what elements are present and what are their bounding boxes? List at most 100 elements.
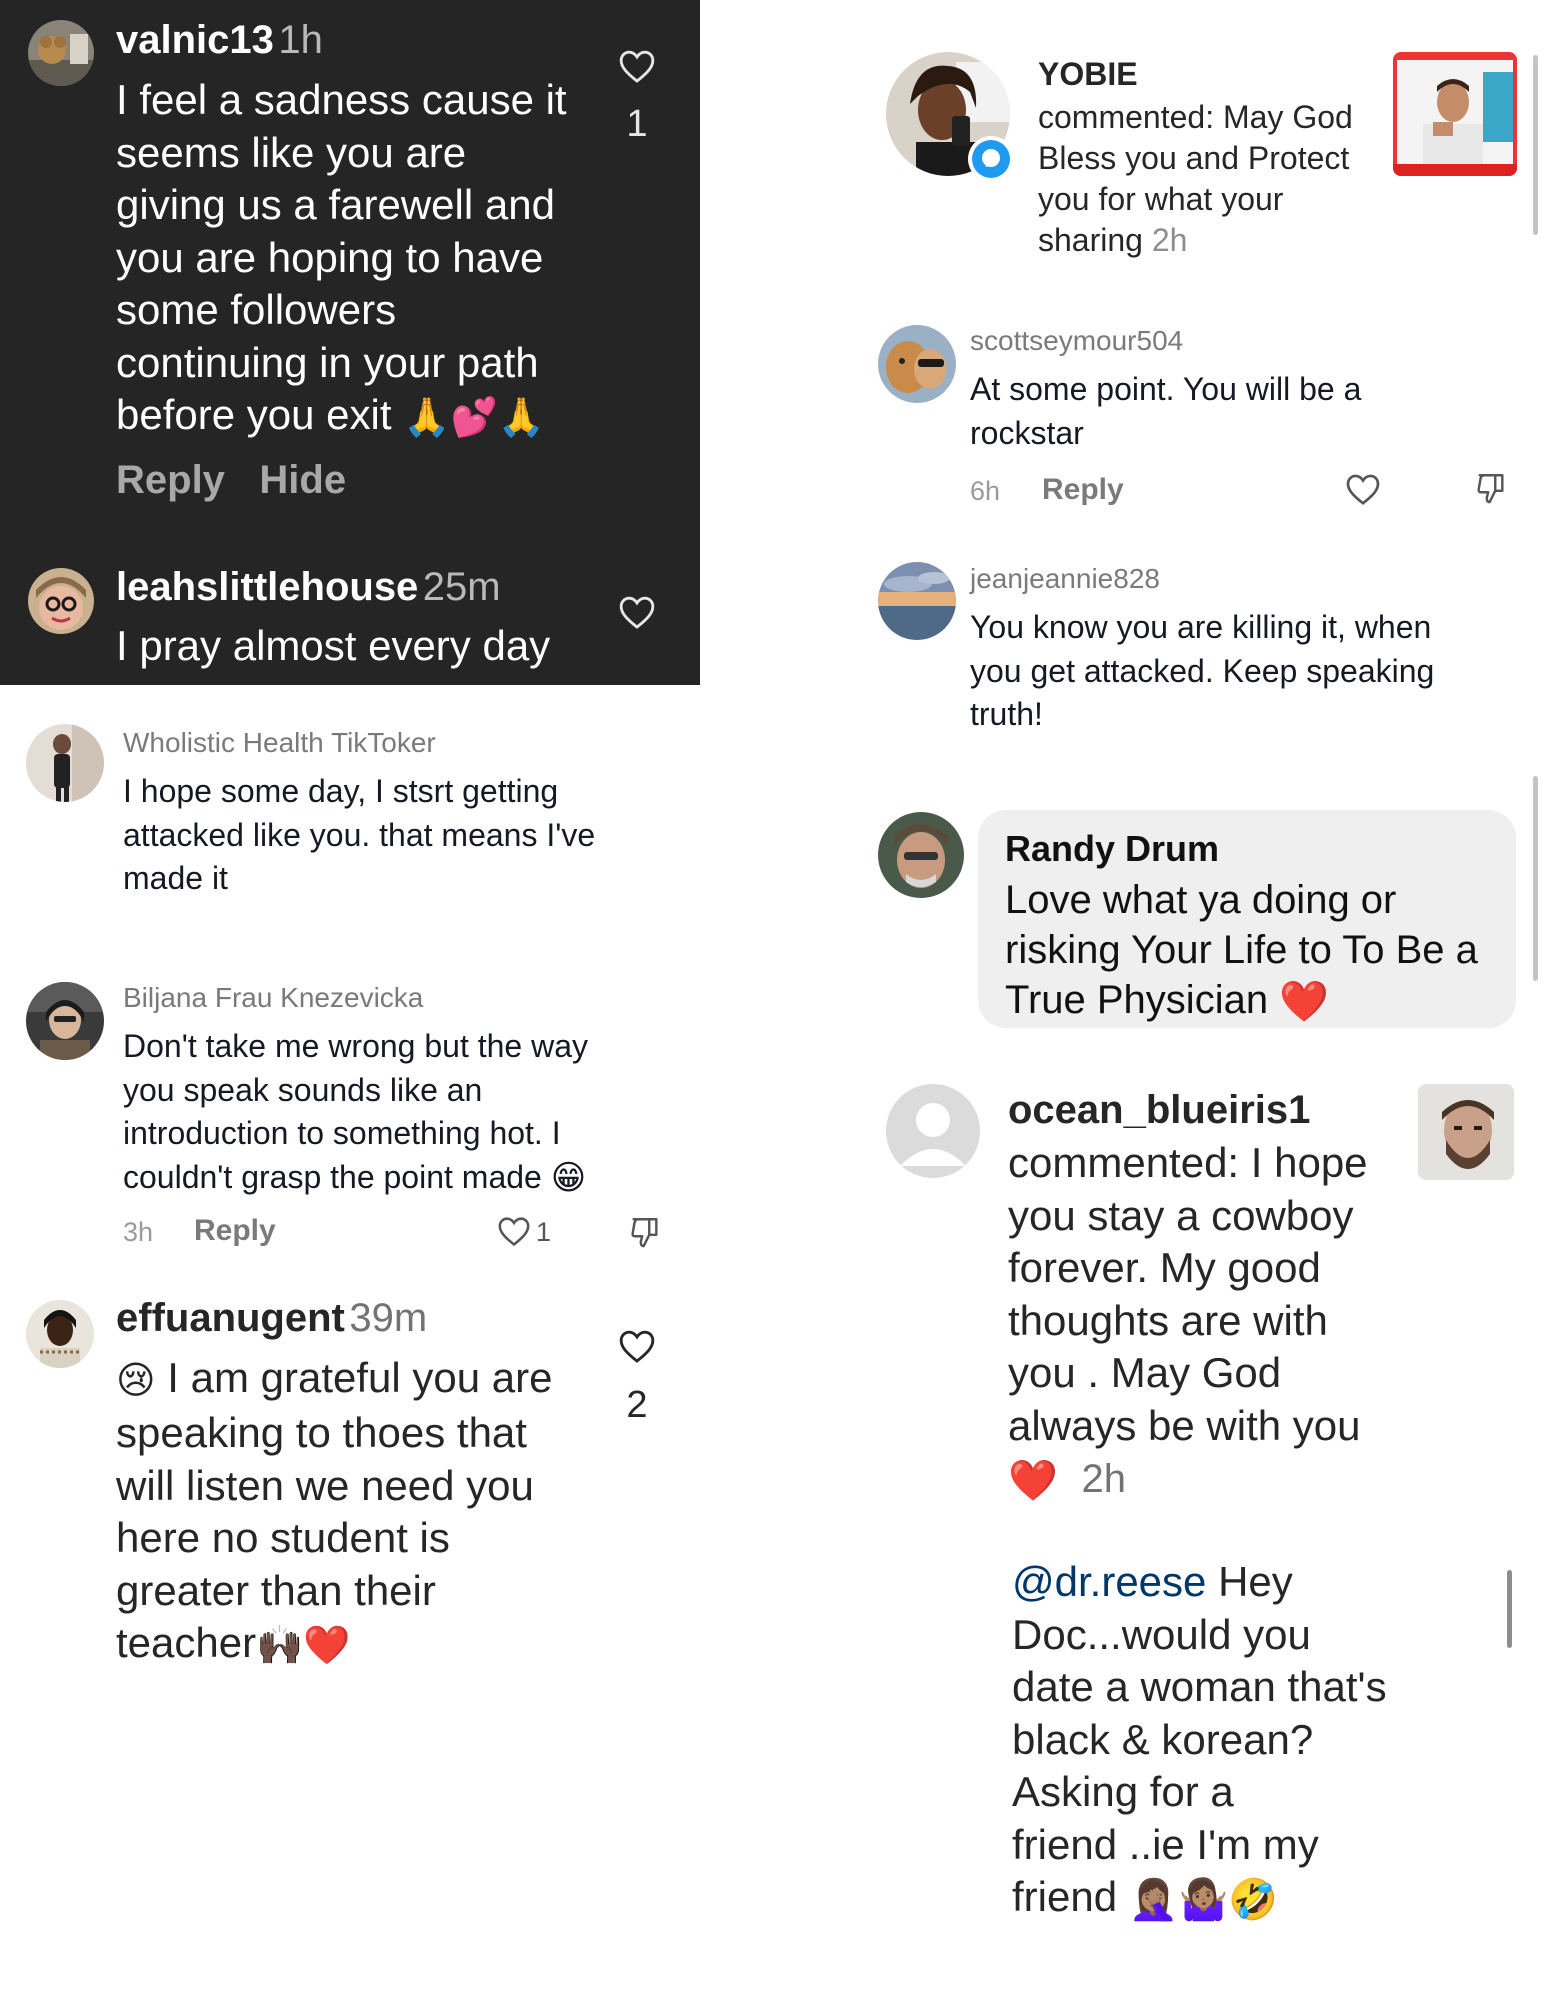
username[interactable]: Randy Drum	[1005, 828, 1219, 870]
comment-line: you get attacked. Keep speaking	[970, 652, 1435, 689]
comment-line: attacked like you. that means I've	[123, 816, 596, 853]
username[interactable]: valnic13	[116, 18, 274, 62]
dislike-icon[interactable]	[1474, 470, 1508, 506]
comment-line: Love what ya doing or	[1005, 878, 1397, 922]
heart-outline-icon[interactable]	[618, 594, 656, 630]
comment-line: you are hoping to have	[116, 233, 544, 281]
comment-line: I feel a sadness cause it	[116, 76, 567, 123]
comment-text: commented: May God Bless you and Protect…	[1038, 97, 1353, 261]
heart-outline-icon[interactable]	[1345, 472, 1381, 506]
dark-comment-panel: valnic13 1h I feel a sadness cause it se…	[0, 0, 700, 685]
comment-line: friend	[1012, 1873, 1118, 1920]
comment-line: seems like you are	[116, 128, 467, 176]
username[interactable]: Biljana Frau Knezevicka	[123, 982, 423, 1014]
username[interactable]: leahslittlehouse	[116, 565, 418, 609]
like-count: 2	[626, 1384, 648, 1426]
avatar-biljana[interactable]	[26, 982, 104, 1060]
username[interactable]: effuanugent	[116, 1296, 345, 1340]
comment-line: Asking for a	[1012, 1768, 1234, 1815]
comment-text: @dr.reese Hey Doc...would you date a wom…	[1012, 1556, 1387, 1926]
scrollbar[interactable]	[1507, 1570, 1512, 1648]
comment-line: speaking to thoes that	[116, 1409, 527, 1457]
username[interactable]: scottseymour504	[970, 325, 1183, 357]
username[interactable]: ocean_blueiris1	[1008, 1088, 1310, 1132]
reply-button[interactable]: Reply	[116, 458, 225, 502]
comment-line: some followers	[116, 286, 397, 333]
emoji-pray: 🙏	[497, 396, 546, 439]
comment-line: Bless you and Protect	[1038, 140, 1350, 176]
mention-link[interactable]: @dr.reese	[1012, 1558, 1206, 1605]
avatar-wholistic-health[interactable]	[26, 724, 104, 802]
comment-line: before you exit	[116, 391, 392, 438]
comment-time: 6h	[970, 476, 1001, 506]
comment-text: I pray almost every day	[116, 622, 551, 669]
comment-text: commented: I hope you stay a cowboy fore…	[1008, 1137, 1368, 1507]
username[interactable]: jeanjeannie828	[970, 563, 1160, 595]
comment-line: Doc...would you	[1012, 1610, 1311, 1658]
emoji-red-heart: ❤️	[1279, 980, 1330, 1025]
comment-time: 2h	[1081, 1457, 1126, 1501]
heart-outline-icon[interactable]	[497, 1215, 531, 1247]
comment-line: you speak sounds like an	[123, 1071, 483, 1108]
avatar-effuanugent[interactable]	[26, 1300, 94, 1368]
like-count: 1	[626, 103, 648, 145]
emoji-grin: 😁	[550, 1159, 587, 1198]
comment-line: rockstar	[970, 414, 1084, 451]
avatar-leahslittlehouse[interactable]	[28, 568, 94, 634]
comment-text: I feel a sadness cause it seems like you…	[116, 74, 596, 444]
comment-line: introduction to something hot. I	[123, 1115, 561, 1151]
comment-line: I hope some day, I stsrt getting	[123, 773, 559, 809]
comment-line: I am grateful you are	[167, 1354, 553, 1401]
emoji-facepalm: 🤦🏽‍♀️	[1128, 1877, 1179, 1922]
avatar-scottseymour504[interactable]	[878, 325, 956, 403]
comment-text: You know you are killing it, when you ge…	[970, 606, 1434, 737]
comment-time: 25m	[422, 565, 501, 609]
comment-time: 2h	[1151, 222, 1188, 258]
post-thumbnail[interactable]	[1418, 1084, 1514, 1180]
comment-text: I hope some day, I stsrt getting attacke…	[123, 770, 595, 901]
emoji-red-heart: ❤️	[303, 1624, 351, 1667]
emoji-rofl: 🤣	[1228, 1877, 1279, 1922]
like-count: 1	[536, 1217, 552, 1247]
avatar-randy-drum[interactable]	[878, 812, 964, 898]
comment-line: black & korean?	[1012, 1715, 1314, 1763]
comment-line: couldn't grasp the point made	[123, 1158, 542, 1195]
comment-line: giving us a farewell and	[116, 181, 555, 228]
comment-line: Don't take me wrong but the way	[123, 1028, 589, 1064]
comment-time: 1h	[278, 18, 323, 62]
comment-line: Hey	[1206, 1558, 1293, 1605]
comment-line: you stay a cowboy	[1008, 1191, 1354, 1239]
reply-button[interactable]: Reply	[194, 1214, 276, 1248]
comment-line: date a woman that's	[1012, 1663, 1387, 1710]
post-thumbnail[interactable]	[1393, 52, 1517, 176]
comment-line: sharing	[1038, 222, 1143, 258]
comment-line: continuing in your path	[116, 338, 539, 386]
hide-button[interactable]: Hide	[259, 458, 346, 502]
avatar-valnic13[interactable]	[28, 20, 94, 86]
avatar-jeanjeannie828[interactable]	[878, 562, 956, 640]
comment-line: you . May God	[1008, 1349, 1282, 1396]
comment-line: greater than their	[116, 1566, 436, 1614]
reply-button[interactable]: Reply	[1042, 473, 1124, 507]
comment-line: commented: I hope	[1008, 1139, 1368, 1186]
comment-line: you for what your	[1038, 181, 1284, 217]
avatar-ocean-blueiris1[interactable]	[886, 1084, 980, 1178]
comment-line: You know you are killing it, when	[970, 609, 1432, 645]
scrollbar[interactable]	[1533, 55, 1538, 235]
comment-line: will listen we need you	[116, 1461, 534, 1509]
heart-outline-icon[interactable]	[618, 1328, 656, 1364]
scrollbar[interactable]	[1533, 776, 1538, 981]
comment-line: always be with you	[1008, 1401, 1361, 1449]
username[interactable]: Wholistic Health TikToker	[123, 727, 436, 759]
story-badge-icon	[968, 136, 1014, 182]
emoji-pray: 🙏	[403, 396, 451, 439]
comment-line: here no student is	[116, 1514, 450, 1562]
emoji-crying: 😢	[116, 1359, 156, 1402]
comment-line: friend ..ie I'm my	[1012, 1820, 1319, 1868]
comment-text: At some point. You will be a rockstar	[970, 368, 1361, 455]
comment-line: True Physician	[1005, 978, 1269, 1022]
heart-outline-icon[interactable]	[618, 48, 656, 84]
dislike-icon[interactable]	[628, 1214, 662, 1250]
username[interactable]: YOBIE	[1038, 56, 1138, 93]
comment-line: teacher	[116, 1619, 257, 1667]
